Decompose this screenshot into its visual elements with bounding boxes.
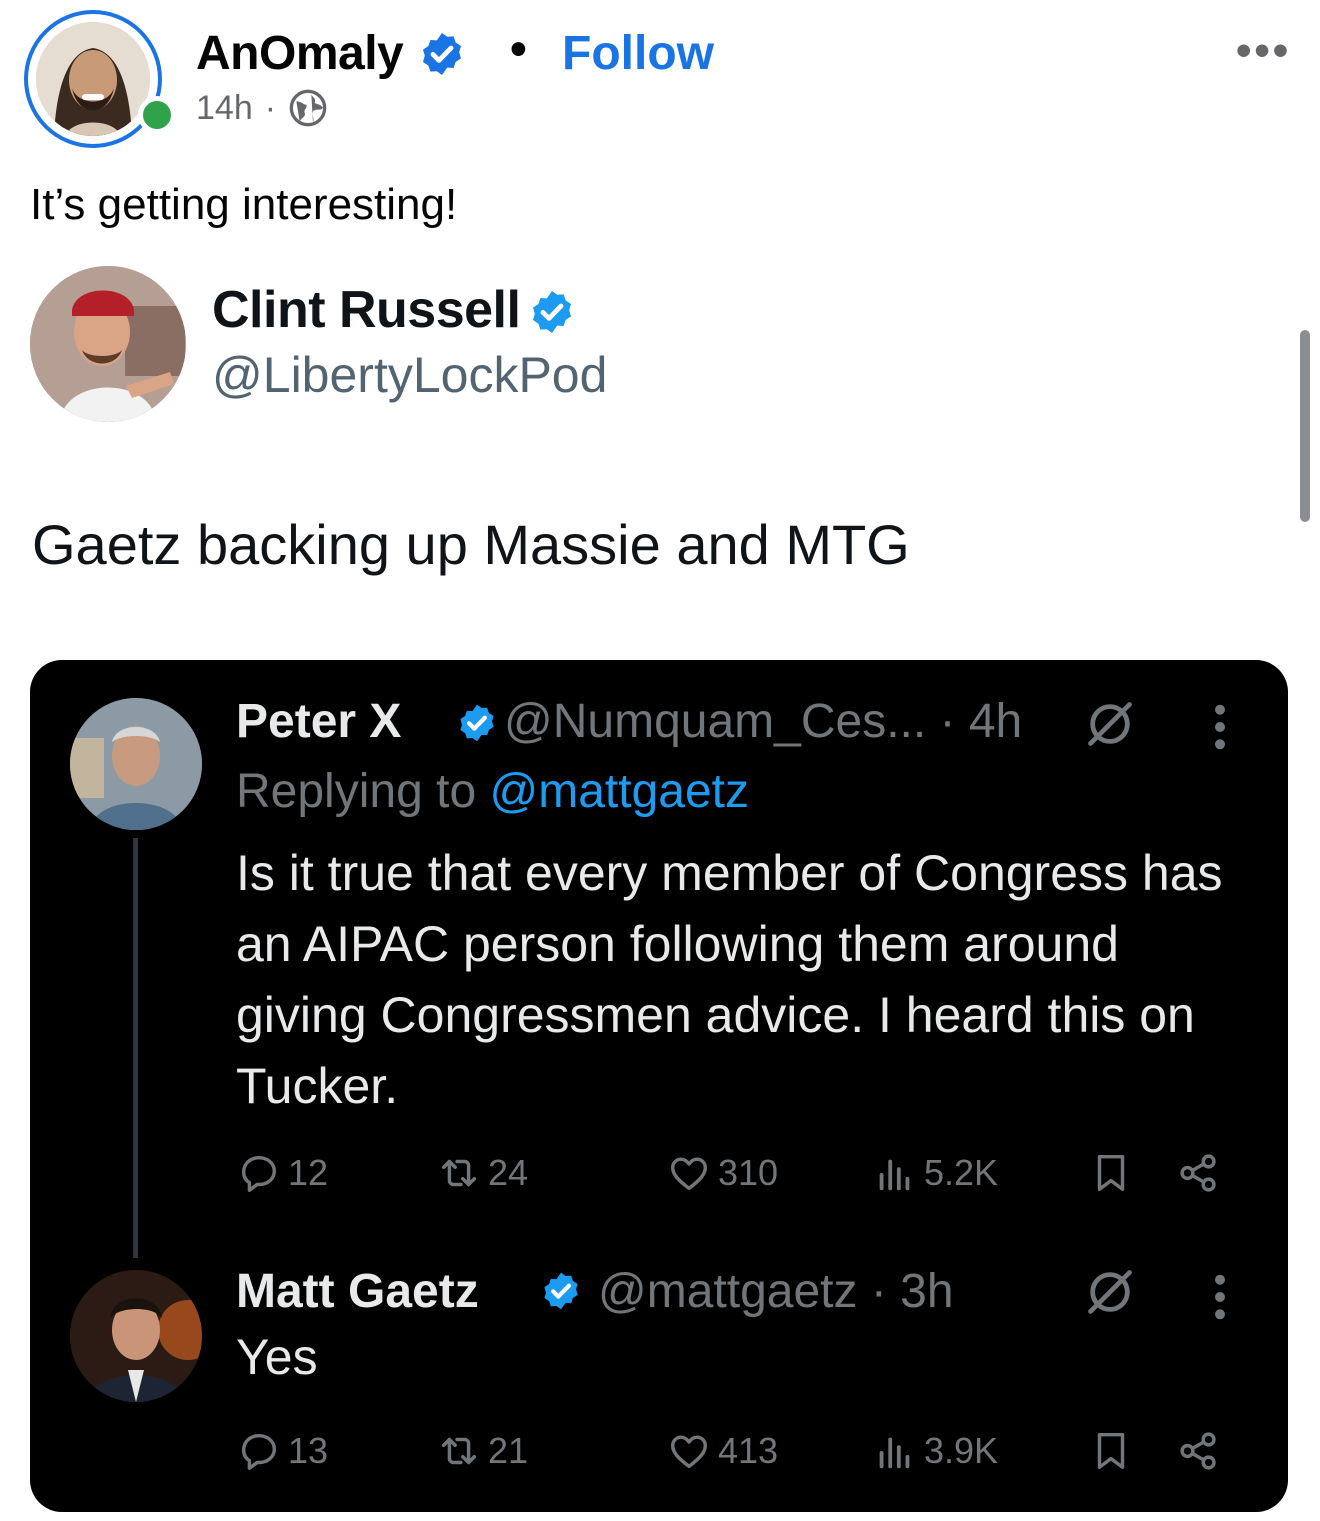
author-avatar[interactable] xyxy=(36,22,150,136)
grok-icon[interactable] xyxy=(1084,698,1136,750)
more-vertical-icon[interactable] xyxy=(1212,702,1228,752)
share-icon xyxy=(1180,1432,1216,1470)
author-name[interactable]: AnOmaly xyxy=(196,26,404,81)
replying-prefix: Replying to xyxy=(236,765,490,818)
like-icon xyxy=(670,1157,708,1191)
bookmark-icon xyxy=(1097,1154,1125,1192)
repost-button[interactable]: 24 xyxy=(436,1150,528,1196)
thread-connector-line xyxy=(133,838,138,1258)
reply-text: Is it true that every member of Congress… xyxy=(236,845,1223,1114)
repost-icon xyxy=(441,1159,477,1187)
like-icon xyxy=(670,1435,708,1469)
post-timestamp[interactable]: 14h xyxy=(196,89,253,128)
views-button[interactable]: 3.9K xyxy=(872,1428,998,1474)
verified-badge-icon xyxy=(533,291,571,333)
verified-badge-icon xyxy=(544,1272,578,1310)
bookmark-icon xyxy=(1097,1432,1125,1470)
share-icon xyxy=(1180,1154,1216,1192)
like-count: 310 xyxy=(718,1152,779,1193)
views-count: 3.9K xyxy=(924,1430,999,1471)
follow-button[interactable]: Follow xyxy=(562,26,714,81)
repost-button[interactable]: 21 xyxy=(436,1428,528,1474)
bookmark-button[interactable] xyxy=(1088,1428,1134,1479)
answer-action-bar: 13 21 413 3.9K xyxy=(236,1428,1236,1478)
verified-badge-icon xyxy=(460,704,494,742)
separator-dot: • xyxy=(510,23,527,76)
reply-action-bar: 12 24 310 5.2K xyxy=(236,1150,1236,1200)
repost-count: 21 xyxy=(488,1430,529,1471)
replying-to: Replying to @mattgaetz xyxy=(236,764,749,819)
online-status-indicator xyxy=(138,96,176,134)
answer-author-handle: @mattgaetz · 3h xyxy=(598,1265,954,1318)
reply-icon xyxy=(241,1433,277,1470)
bookmark-button[interactable] xyxy=(1088,1150,1134,1201)
like-button[interactable]: 413 xyxy=(666,1428,778,1474)
globe-icon xyxy=(289,89,327,127)
clint-russell-avatar xyxy=(30,266,186,422)
answer-text: Yes xyxy=(236,1329,318,1385)
share-button[interactable] xyxy=(1176,1150,1222,1201)
replying-mention-link[interactable]: @mattgaetz xyxy=(489,765,749,818)
reply-button[interactable]: 13 xyxy=(236,1428,328,1474)
repost-count: 24 xyxy=(488,1152,529,1193)
like-count: 413 xyxy=(718,1430,779,1471)
thread-screenshot: Peter X @Numquam_Ces... · 4h Replying to… xyxy=(30,660,1288,1512)
author-avatar-ring[interactable] xyxy=(24,10,162,148)
reply-count: 12 xyxy=(288,1152,329,1193)
share-button[interactable] xyxy=(1176,1428,1222,1479)
peter-x-avatar xyxy=(70,698,202,830)
views-icon xyxy=(879,1437,910,1469)
reply-author-name: Peter X xyxy=(236,695,402,748)
post-caption: It’s getting interesting! xyxy=(30,180,458,229)
scrollbar[interactable] xyxy=(1300,330,1310,522)
views-icon xyxy=(879,1159,910,1191)
like-button[interactable]: 310 xyxy=(666,1150,778,1196)
grok-icon[interactable] xyxy=(1084,1266,1136,1318)
tweet-author-handle: @LibertyLockPod xyxy=(212,347,608,403)
reply-icon xyxy=(241,1155,277,1192)
tweet-author-name: Clint Russell xyxy=(212,281,521,339)
matt-gaetz-avatar xyxy=(70,1270,202,1402)
reply-button[interactable]: 12 xyxy=(236,1150,328,1196)
more-options-button[interactable]: ••• xyxy=(1236,26,1291,76)
meta-separator: · xyxy=(264,88,277,127)
post-meta: 14h · xyxy=(196,88,328,128)
tweet-text: Gaetz backing up Massie and MTG xyxy=(32,513,910,576)
verified-badge-icon xyxy=(423,33,461,75)
more-vertical-icon[interactable] xyxy=(1212,1272,1228,1322)
views-count: 5.2K xyxy=(924,1152,999,1193)
reply-author-handle: @Numquam_Ces... · 4h xyxy=(504,695,1023,748)
reply-count: 13 xyxy=(288,1430,329,1471)
answer-author-name: Matt Gaetz xyxy=(236,1265,479,1318)
views-button[interactable]: 5.2K xyxy=(872,1150,998,1196)
repost-icon xyxy=(441,1437,477,1465)
